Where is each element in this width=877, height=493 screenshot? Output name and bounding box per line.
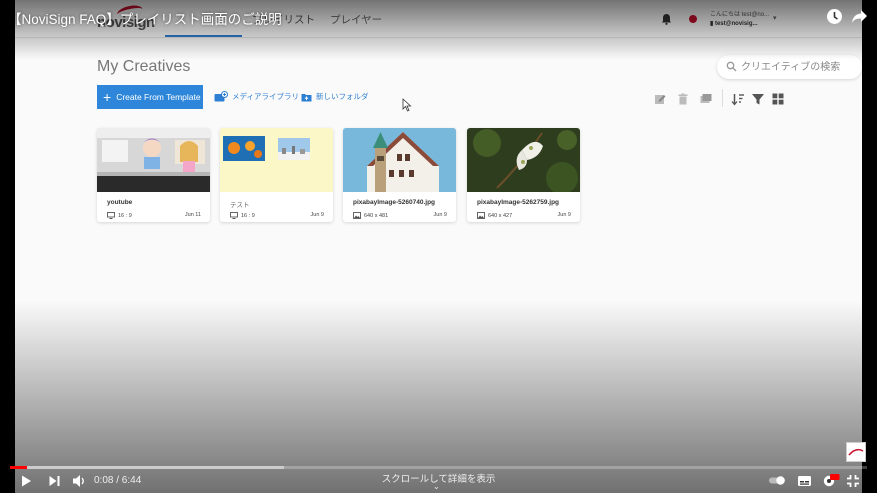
user-info[interactable]: こんにちは test@no... ▮ test@novisig...	[710, 11, 769, 29]
nav-tab-player[interactable]: プレイヤー	[330, 12, 382, 27]
creative-thumbnail	[343, 128, 456, 192]
search-input[interactable]	[741, 59, 859, 75]
creative-name: テスト	[230, 202, 250, 209]
creative-thumbnail	[97, 128, 210, 192]
copy-icon[interactable]	[699, 92, 713, 106]
media-library-link[interactable]: メディアライブラリ	[214, 91, 299, 102]
share-arrow-icon[interactable]	[851, 9, 868, 24]
create-button-label: Create From Template	[116, 92, 201, 102]
image-icon	[353, 212, 361, 219]
creative-thumbnail	[467, 128, 580, 192]
creative-dimensions: 640 x 427	[488, 212, 513, 219]
watch-later-clock-icon[interactable]	[826, 8, 843, 25]
user-email: test@novisig...	[714, 21, 758, 27]
search-icon	[726, 61, 737, 72]
creative-meta: 640 x 427	[477, 212, 512, 219]
new-folder-link[interactable]: 新しいフォルダ	[301, 91, 369, 102]
edit-icon[interactable]	[653, 92, 667, 106]
progress-buffered	[10, 466, 285, 469]
progress-bar[interactable]	[10, 466, 867, 469]
grid-view-icon[interactable]	[771, 92, 785, 106]
notification-bell-icon[interactable]	[661, 13, 672, 25]
video-player[interactable]: novisign プレイリスト プレイヤー こんにちは test@no... ▮…	[0, 0, 877, 493]
monitor-icon	[230, 212, 238, 219]
plus-icon: +	[103, 89, 112, 105]
create-from-template-button[interactable]: + Create From Template	[97, 85, 203, 109]
creative-meta: 16 : 9	[107, 212, 132, 219]
toolbar-divider	[722, 89, 723, 107]
creative-name: pixabayImage-5260740.jpg	[353, 199, 436, 206]
creative-card[interactable]: pixabayImage-5262759.jpg 640 x 427 Jun 9	[467, 128, 580, 222]
creative-date: Jun 9	[557, 212, 571, 218]
active-tab-indicator	[165, 35, 242, 37]
sort-icon[interactable]	[731, 92, 745, 106]
creative-name: pixabayImage-5262759.jpg	[477, 199, 560, 206]
subtitles-icon[interactable]	[797, 475, 812, 487]
creative-name: youtube	[107, 199, 133, 206]
filter-icon[interactable]	[751, 92, 765, 106]
user-menu-chevron-down-icon[interactable]: ▾	[773, 14, 777, 22]
monitor-icon	[107, 212, 115, 219]
page-title: My Creatives	[97, 58, 191, 75]
creative-date: Jun 11	[184, 212, 201, 218]
creative-meta: 16 : 9	[230, 212, 255, 219]
chevron-down-icon[interactable]: ⌄	[433, 482, 440, 491]
creative-card[interactable]: テスト 16 : 9 Jun 9	[220, 128, 333, 222]
exit-fullscreen-icon[interactable]	[846, 474, 860, 488]
new-folder-label: 新しいフォルダ	[316, 92, 369, 101]
new-folder-icon	[301, 93, 312, 101]
autoplay-toggle-icon[interactable]	[768, 475, 786, 486]
creative-date: Jun 9	[433, 212, 447, 218]
novisign-swoosh-icon	[848, 448, 864, 456]
novisign-app-screen: novisign プレイリスト プレイヤー こんにちは test@no... ▮…	[15, 0, 862, 493]
creative-search-box[interactable]	[717, 55, 862, 79]
creative-card[interactable]: pixabayImage-5260740.jpg 640 x 481 Jun 9	[343, 128, 456, 222]
channel-watermark[interactable]	[846, 442, 866, 462]
user-greeting: こんにちは test@no...	[710, 12, 770, 18]
image-icon	[477, 212, 485, 219]
media-library-icon	[214, 91, 228, 102]
creative-date: Jun 9	[310, 212, 324, 218]
media-library-label: メディアライブラリ	[232, 92, 299, 101]
mouse-cursor-icon	[402, 98, 412, 112]
creative-aspect: 16 : 9	[118, 212, 132, 219]
video-title[interactable]: 【NoviSign FAQ】プレイリスト画面のご説明	[8, 8, 282, 28]
creative-dimensions: 640 x 481	[364, 212, 389, 219]
creative-thumbnail	[220, 128, 333, 192]
user-avatar[interactable]	[689, 15, 697, 23]
creative-card[interactable]: youtube 16 : 9 Jun 11	[97, 128, 210, 222]
settings-gear-hd-icon[interactable]	[822, 473, 840, 488]
delete-icon[interactable]	[676, 92, 690, 106]
creative-meta: 640 x 481	[353, 212, 388, 219]
creative-aspect: 16 : 9	[241, 212, 255, 219]
progress-played	[10, 466, 28, 469]
